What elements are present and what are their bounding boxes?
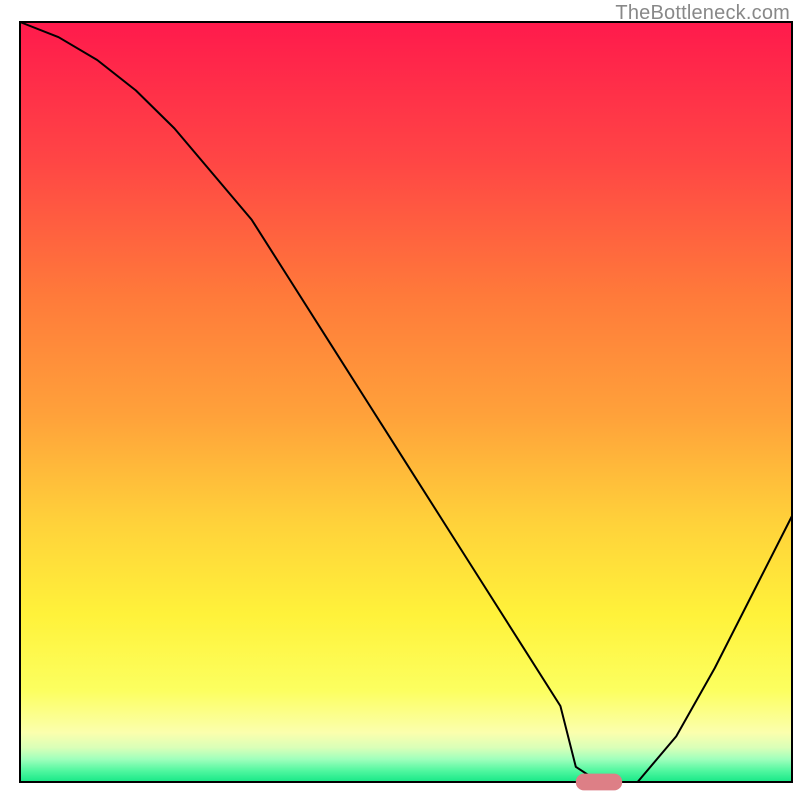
optimal-marker: [576, 774, 622, 791]
watermark-text: TheBottleneck.com: [615, 2, 790, 25]
bottleneck-chart: [0, 0, 800, 800]
plot-background: [20, 22, 792, 782]
chart-container: TheBottleneck.com: [0, 0, 800, 800]
